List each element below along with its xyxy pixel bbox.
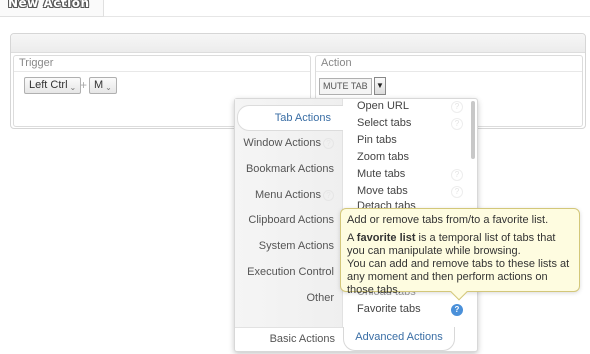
new-action-tab[interactable]: New Action	[0, 0, 104, 17]
help-icon: ?	[323, 190, 334, 201]
category-list: Tab Actions Window Actions? Bookmark Act…	[235, 99, 343, 327]
category-label: Menu Actions	[254, 189, 321, 201]
help-icon[interactable]: ?	[451, 186, 463, 198]
action-dropdown-button[interactable]: ▼	[374, 77, 386, 95]
tab-advanced-actions[interactable]: Advanced Actions	[343, 327, 455, 351]
action-zoom-tabs[interactable]: Zoom tabs	[357, 151, 409, 163]
category-clipboard-actions[interactable]: Clipboard Actions	[248, 214, 334, 226]
action-favorite-tabs[interactable]: Favorite tabs	[357, 303, 421, 315]
help-icon[interactable]: ?	[451, 169, 463, 181]
help-icon: ?	[323, 138, 334, 149]
tooltip-summary: Add or remove tabs from/to a favorite li…	[347, 214, 549, 226]
action-divider	[316, 71, 582, 72]
action-move-tabs[interactable]: Move tabs	[357, 185, 408, 197]
tab-basic-actions[interactable]: Basic Actions	[235, 327, 343, 351]
trigger-divider	[14, 71, 310, 72]
chevron-down-icon: ⌄	[69, 83, 77, 92]
action-mute-tabs[interactable]: Mute tabs	[357, 168, 405, 180]
tooltip-definition: A favorite list is a temporal list of ta…	[347, 232, 573, 258]
category-label: Window Actions	[243, 137, 321, 149]
category-label: Other	[306, 292, 334, 304]
category-other[interactable]: Other	[306, 292, 334, 304]
action-pin-tabs[interactable]: Pin tabs	[357, 134, 397, 146]
help-icon[interactable]: ?	[451, 304, 463, 316]
key-value: M	[94, 79, 104, 91]
modifier-key-value: Left Ctrl	[29, 79, 68, 91]
chevron-down-icon: ⌄	[105, 83, 112, 92]
category-menu-actions[interactable]: Menu Actions?	[255, 189, 334, 201]
category-label: Tab Actions	[274, 112, 331, 124]
key-select[interactable]: M ⌄	[89, 77, 117, 94]
panel-header	[11, 34, 585, 53]
category-label: Execution Control	[247, 266, 334, 278]
tab-divider	[104, 16, 590, 17]
help-icon[interactable]: ?	[451, 118, 463, 130]
category-label: System Actions	[258, 240, 334, 252]
modifier-key-select[interactable]: Left Ctrl ⌄	[24, 77, 82, 94]
help-tooltip: Add or remove tabs from/to a favorite li…	[340, 208, 580, 301]
selected-action-field[interactable]: MUTE TAB	[319, 78, 372, 95]
category-bookmark-actions[interactable]: Bookmark Actions	[246, 163, 334, 175]
action-list-scrollbar[interactable]	[471, 101, 475, 159]
category-label: Bookmark Actions	[245, 163, 334, 175]
tooltip-text: A	[347, 232, 357, 244]
category-label: Clipboard Actions	[248, 214, 334, 226]
action-label: Action	[321, 57, 352, 69]
category-system-actions[interactable]: System Actions	[259, 240, 334, 252]
category-window-actions[interactable]: Window Actions?	[243, 137, 334, 149]
category-execution-control[interactable]: Execution Control	[247, 266, 334, 278]
action-select-tabs[interactable]: Select tabs	[357, 117, 411, 129]
action-open-url[interactable]: Open URL	[357, 100, 409, 112]
help-icon[interactable]: ?	[451, 101, 463, 113]
tooltip-bold-term: favorite list	[356, 232, 416, 244]
tab-title: New Action	[8, 0, 90, 10]
trigger-label: Trigger	[19, 57, 54, 69]
category-tab-actions[interactable]: Tab Actions	[237, 105, 343, 131]
plus-sign: +	[80, 78, 88, 92]
